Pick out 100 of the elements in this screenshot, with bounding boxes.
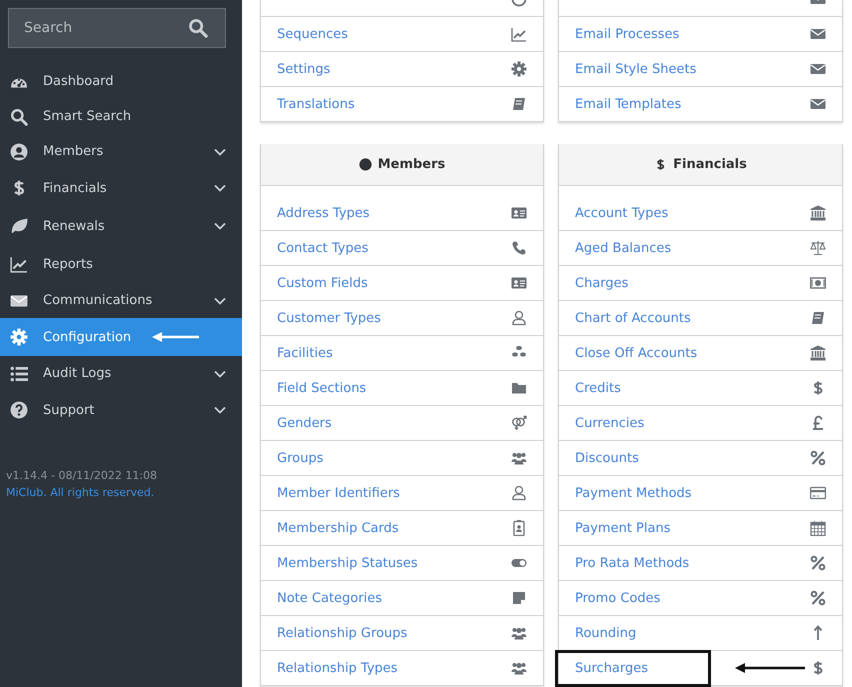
settings-link[interactable]: Relationship Groups bbox=[277, 626, 408, 640]
settings-icon bbox=[10, 328, 28, 346]
list-row[interactable]: Discounts bbox=[559, 441, 842, 476]
nav-item[interactable]: Configuration bbox=[0, 318, 242, 356]
settings-link[interactable]: Relationship Types bbox=[277, 660, 398, 676]
list-row[interactable]: Promo Codes bbox=[559, 581, 842, 616]
pound-icon bbox=[810, 415, 826, 431]
list-row[interactable]: Email Processes bbox=[559, 17, 842, 52]
settings-link[interactable]: Promo Codes bbox=[575, 590, 660, 606]
settings-link[interactable]: Aged Balances bbox=[575, 240, 672, 256]
settings-link[interactable]: Membership Cards bbox=[277, 520, 399, 536]
list-row[interactable]: Close Off Accounts bbox=[559, 336, 842, 371]
list-row[interactable]: Field Sections bbox=[261, 371, 543, 406]
settings-link[interactable]: Contact Types bbox=[277, 240, 368, 256]
list-row[interactable]: Membership Statuses bbox=[261, 546, 543, 581]
list-row[interactable]: Genders bbox=[261, 406, 543, 441]
settings-link[interactable]: Currencies bbox=[575, 416, 644, 430]
list-row[interactable]: Charges bbox=[559, 266, 842, 301]
list-row[interactable]: Membership Cards bbox=[261, 511, 543, 546]
nav-item[interactable]: Reports bbox=[0, 245, 242, 283]
list-row[interactable]: Settings bbox=[261, 52, 543, 87]
list-row[interactable]: Payment Plans bbox=[559, 511, 842, 546]
settings-link[interactable]: Payment Methods bbox=[575, 486, 692, 500]
settings-link[interactable]: Credits bbox=[575, 380, 621, 396]
list-row[interactable]: Chart of Accounts bbox=[559, 301, 842, 336]
settings-link[interactable]: Field Sections bbox=[277, 380, 366, 396]
settings-link[interactable]: Email Templates bbox=[575, 96, 682, 112]
settings-link[interactable]: Chart of Accounts bbox=[575, 310, 691, 326]
nav-item[interactable]: Communications bbox=[0, 283, 242, 318]
list-row[interactable]: Currencies bbox=[559, 406, 842, 441]
user-icon bbox=[511, 310, 527, 326]
users-icon bbox=[511, 450, 527, 466]
settings-link[interactable]: Member Identifiers bbox=[277, 486, 400, 500]
nav-item[interactable]: Financials bbox=[0, 169, 242, 207]
settings-link[interactable]: Customer Types bbox=[277, 310, 381, 326]
settings-link[interactable]: Payment Plans bbox=[575, 520, 670, 536]
list-row[interactable]: Custom Fields bbox=[261, 266, 543, 301]
note-icon bbox=[511, 590, 527, 606]
settings-link[interactable]: Rounding bbox=[575, 626, 636, 640]
percent-icon bbox=[810, 590, 826, 606]
nav-item[interactable]: Audit Logs bbox=[0, 356, 242, 391]
list-row[interactable]: Sequences bbox=[261, 17, 543, 52]
panel-title: Members bbox=[378, 157, 446, 172]
list-row[interactable]: Note Categories bbox=[261, 581, 543, 616]
list-row[interactable]: Email Templates bbox=[559, 87, 842, 121]
credit-card-icon bbox=[810, 485, 826, 501]
book-icon bbox=[511, 96, 527, 112]
settings-link[interactable]: Sequences bbox=[277, 26, 348, 42]
leaf-icon bbox=[10, 217, 28, 235]
list-row[interactable]: Pro Rata Methods bbox=[559, 546, 842, 581]
settings-link[interactable]: Translations bbox=[277, 96, 355, 112]
users-icon bbox=[511, 625, 527, 641]
list-icon bbox=[10, 364, 28, 382]
settings-link[interactable]: Address Types bbox=[277, 206, 370, 220]
list-row[interactable]: Email Style Sheets bbox=[559, 52, 842, 87]
nav-item[interactable]: Members bbox=[0, 134, 242, 169]
settings-link[interactable]: Surcharges bbox=[558, 652, 708, 684]
settings-link[interactable]: Groups bbox=[277, 450, 324, 466]
list-row[interactable]: Credits bbox=[559, 371, 842, 406]
nav-item[interactable]: Smart Search bbox=[0, 99, 242, 134]
settings-link[interactable]: Email Style Sheets bbox=[575, 62, 696, 76]
nav-item[interactable]: Support bbox=[0, 391, 242, 429]
user-icon bbox=[358, 158, 372, 171]
list-row[interactable]: Rounding bbox=[559, 616, 842, 651]
settings-link[interactable]: Membership Statuses bbox=[277, 556, 418, 570]
bank-icon bbox=[810, 205, 826, 221]
nav-item[interactable]: Dashboard bbox=[0, 64, 242, 99]
settings-link[interactable]: Facilities bbox=[277, 346, 333, 360]
list-row[interactable]: Facilities bbox=[261, 336, 543, 371]
settings-link[interactable]: Settings bbox=[277, 62, 330, 76]
question-icon bbox=[10, 401, 28, 419]
envelope-icon bbox=[810, 26, 826, 42]
phone-icon bbox=[511, 240, 527, 256]
search-field[interactable]: Search bbox=[8, 8, 226, 48]
list-row[interactable]: Payment Methods bbox=[559, 476, 842, 511]
list-row[interactable]: Address Types bbox=[261, 196, 543, 231]
list-row[interactable]: Account Types bbox=[559, 196, 842, 231]
list-row[interactable]: Relationship Groups bbox=[261, 616, 543, 651]
bank-icon bbox=[810, 345, 826, 361]
settings-link[interactable]: Genders bbox=[277, 416, 332, 430]
settings-link[interactable]: Discounts bbox=[575, 450, 639, 466]
book-icon bbox=[810, 310, 826, 326]
settings-link[interactable]: Account Types bbox=[575, 206, 668, 220]
list-row[interactable]: Customer Types bbox=[261, 301, 543, 336]
nav-item[interactable]: Renewals bbox=[0, 207, 242, 245]
settings-link[interactable]: Email Processes bbox=[575, 26, 680, 42]
list-row[interactable]: Surcharges bbox=[559, 651, 842, 685]
settings-link[interactable]: Close Off Accounts bbox=[575, 346, 698, 360]
settings-link[interactable]: Pro Rata Methods bbox=[575, 556, 690, 570]
calendar-icon bbox=[810, 520, 826, 536]
settings-link[interactable]: Charges bbox=[575, 276, 628, 290]
list-row[interactable]: Contact Types bbox=[261, 231, 543, 266]
settings-link[interactable]: Note Categories bbox=[277, 590, 382, 606]
list-row[interactable]: Member Identifiers bbox=[261, 476, 543, 511]
list-row[interactable]: Groups bbox=[261, 441, 543, 476]
settings-link[interactable]: Custom Fields bbox=[277, 276, 368, 290]
gender-icon bbox=[511, 415, 527, 431]
list-row[interactable]: Aged Balances bbox=[559, 231, 842, 266]
list-row[interactable]: Translations bbox=[261, 87, 543, 121]
list-row[interactable]: Relationship Types bbox=[261, 651, 543, 685]
